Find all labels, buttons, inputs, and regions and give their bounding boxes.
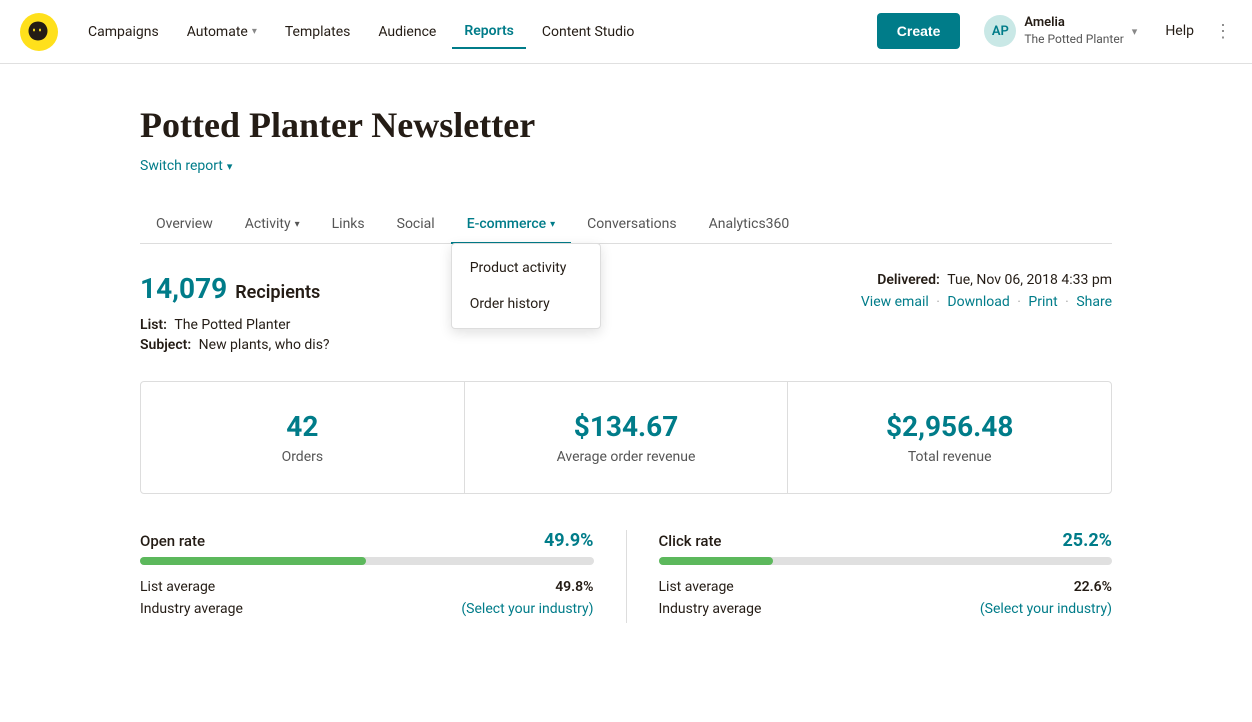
open-rate-bar-fill [140,557,366,565]
sep3: · [1065,294,1069,310]
ecommerce-chevron-icon: ▾ [550,219,555,230]
click-rate-select-industry[interactable]: (Select your industry) [980,601,1112,617]
tabs-bar: Overview Activity ▾ Links Social E-comme… [140,206,1112,244]
meta-right: Delivered: Tue, Nov 06, 2018 4:33 pm Vie… [861,272,1112,357]
open-rate-select-industry[interactable]: (Select your industry) [461,601,593,617]
stat-total-revenue-label: Total revenue [808,449,1091,465]
click-rate-industry-avg: Industry average (Select your industry) [659,601,1113,617]
extra-icon: ⋮ [1214,21,1232,42]
click-rate-list-avg: List average 22.6% [659,579,1113,595]
page-title: Potted Planter Newsletter [140,104,1112,146]
main-content: Potted Planter Newsletter Switch report … [0,64,1252,663]
nav-campaigns[interactable]: Campaigns [76,16,171,48]
stat-avg-revenue: $134.67 Average order revenue [465,382,789,493]
metrics-row: Open rate 49.9% List average 49.8% Indus… [140,530,1112,623]
sep2: · [1017,294,1021,310]
download-link[interactable]: Download [947,294,1009,310]
navbar-right: Create AP Amelia The Potted Planter ▾ He… [877,11,1232,51]
nav-audience[interactable]: Audience [366,16,448,48]
view-email-link[interactable]: View email [861,294,929,310]
nav-links: Campaigns Automate ▾ Templates Audience … [76,15,877,49]
open-rate-industry-avg: Industry average (Select your industry) [140,601,594,617]
stat-total-revenue: $2,956.48 Total revenue [788,382,1111,493]
nav-automate[interactable]: Automate ▾ [175,16,269,48]
nav-templates[interactable]: Templates [273,16,363,48]
open-rate-bar-bg [140,557,594,565]
user-name: Amelia [1024,15,1123,32]
tab-links[interactable]: Links [316,206,381,244]
dropdown-product-activity[interactable]: Product activity [452,250,600,286]
ecommerce-dropdown: Product activity Order history [451,243,601,329]
tab-ecommerce-wrapper: E-commerce ▾ Product activity Order hist… [451,206,571,243]
help-link[interactable]: Help [1161,15,1198,47]
action-links: View email · Download · Print · Share [861,294,1112,310]
meta-left: 14,079 Recipients List: The Potted Plant… [140,272,330,357]
click-rate-value: 25.2% [1062,530,1112,551]
tab-social[interactable]: Social [381,206,451,244]
click-rate-name: Click rate [659,532,722,550]
user-menu[interactable]: AP Amelia The Potted Planter ▾ [976,11,1145,51]
create-button[interactable]: Create [877,13,961,49]
click-rate-bar-fill [659,557,773,565]
navbar: Campaigns Automate ▾ Templates Audience … [0,0,1252,64]
campaign-meta-section: 14,079 Recipients List: The Potted Plant… [140,272,1112,357]
click-rate-header: Click rate 25.2% [659,530,1113,551]
avatar: AP [984,15,1016,47]
switch-report-button[interactable]: Switch report ▾ [140,158,1112,174]
click-rate-bar-bg [659,557,1113,565]
stat-total-revenue-value: $2,956.48 [808,410,1091,443]
share-link[interactable]: Share [1076,294,1112,310]
recipients-label: Recipients [235,282,320,303]
open-rate-header: Open rate 49.9% [140,530,594,551]
tab-analytics360[interactable]: Analytics360 [693,206,806,244]
open-rate-list-avg: List average 49.8% [140,579,594,595]
stat-orders: 42 Orders [141,382,465,493]
print-link[interactable]: Print [1028,294,1057,310]
open-rate-value: 49.9% [544,530,594,551]
stat-avg-revenue-label: Average order revenue [485,449,768,465]
recipients-count: 14,079 [140,272,227,305]
list-detail: List: The Potted Planter [140,317,330,333]
stat-orders-label: Orders [161,449,444,465]
tab-ecommerce[interactable]: E-commerce ▾ [451,206,571,244]
tab-overview[interactable]: Overview [140,206,229,244]
user-org: The Potted Planter [1024,32,1123,48]
delivered-line: Delivered: Tue, Nov 06, 2018 4:33 pm [861,272,1112,288]
switch-report-chevron-icon: ▾ [227,160,233,173]
metrics-divider [626,530,627,623]
user-chevron-icon: ▾ [1132,25,1138,38]
tab-conversations[interactable]: Conversations [571,206,692,244]
stats-row: 42 Orders $134.67 Average order revenue … [140,381,1112,494]
open-rate-name: Open rate [140,532,205,550]
sep1: · [936,294,940,310]
metric-open-rate: Open rate 49.9% List average 49.8% Indus… [140,530,594,623]
metric-click-rate: Click rate 25.2% List average 22.6% Indu… [659,530,1113,623]
nav-content-studio[interactable]: Content Studio [530,16,647,48]
subject-detail: Subject: New plants, who dis? [140,337,330,353]
activity-chevron-icon: ▾ [295,219,300,230]
automate-chevron-icon: ▾ [252,26,257,37]
recipients-line: 14,079 Recipients [140,272,330,305]
dropdown-order-history[interactable]: Order history [452,286,600,322]
logo[interactable] [20,13,58,51]
user-info: Amelia The Potted Planter [1024,15,1123,47]
stat-avg-revenue-value: $134.67 [485,410,768,443]
nav-reports[interactable]: Reports [452,15,526,49]
stat-orders-value: 42 [161,410,444,443]
tab-activity[interactable]: Activity ▾ [229,206,316,244]
